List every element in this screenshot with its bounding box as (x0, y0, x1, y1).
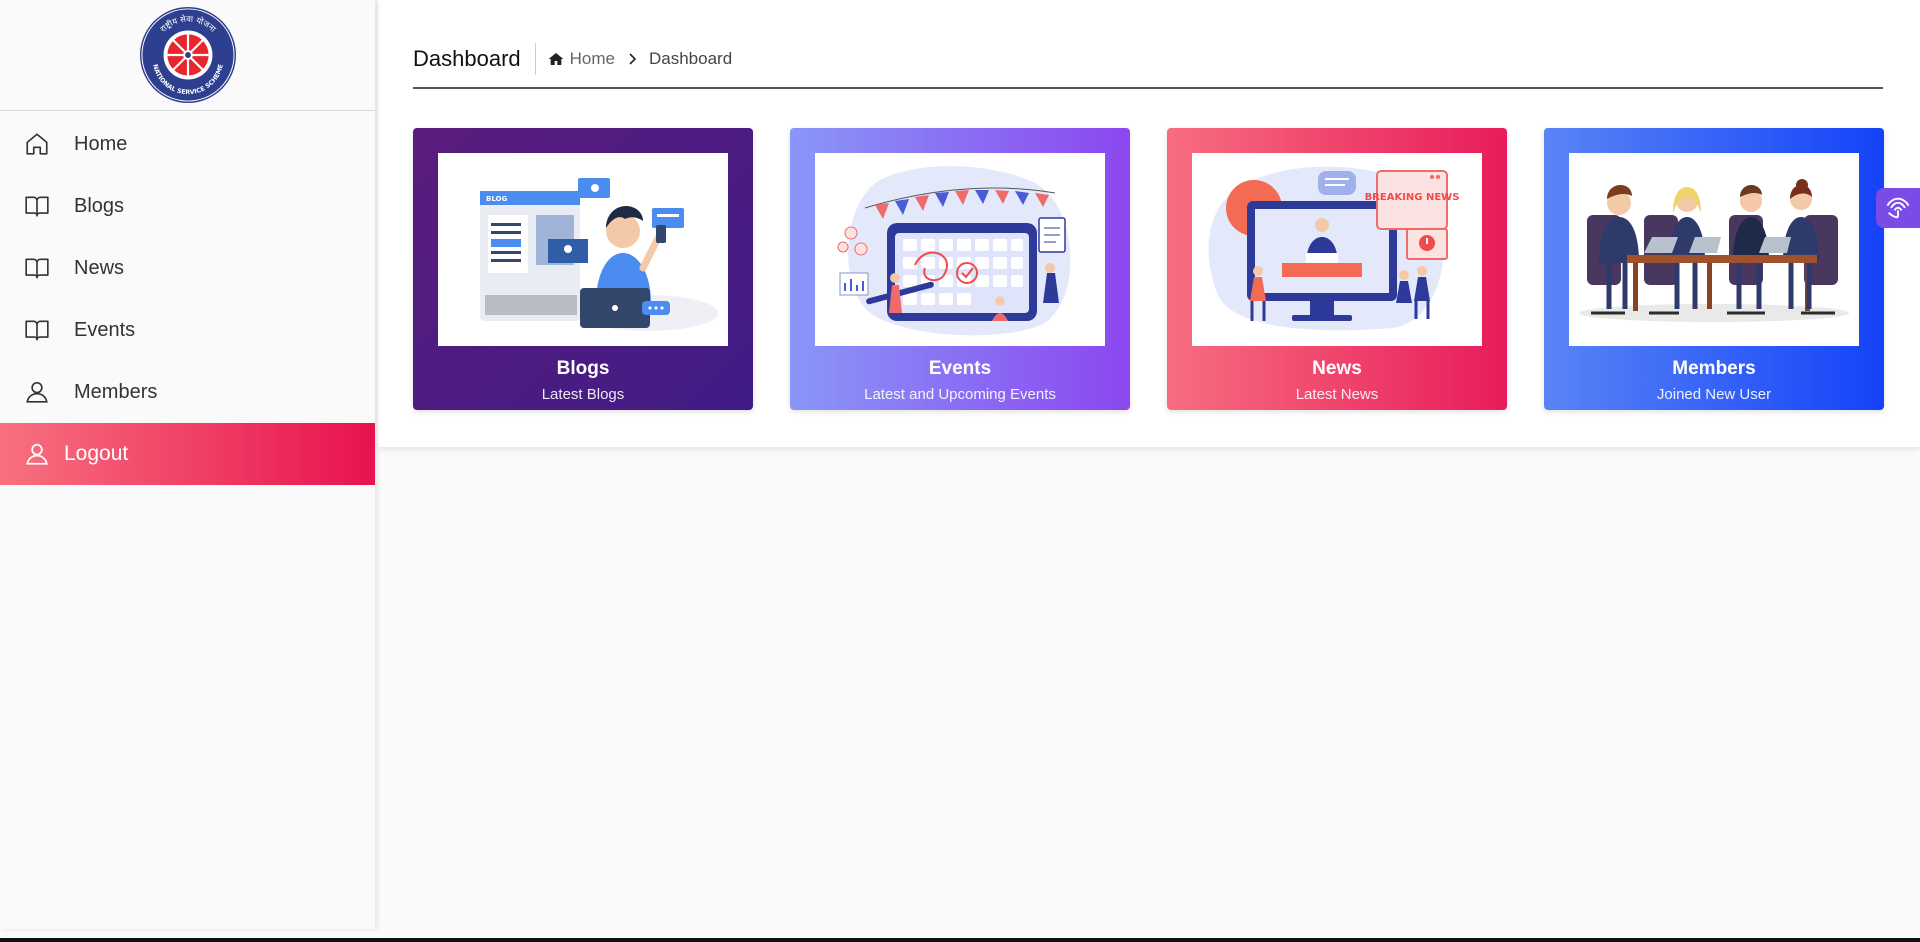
sidebar-item-label: Logout (64, 442, 129, 465)
app-root: राष्ट्रीय सेवा योजना NATIONAL SERVICE SC… (0, 0, 1920, 942)
sidebar-item-events[interactable]: Events (0, 299, 375, 361)
accessibility-icon (1884, 194, 1912, 222)
card-subtitle: Joined New User (1656, 386, 1772, 403)
page-header: Dashboard Home Dashboard (413, 30, 1883, 89)
blog-label: BLOG (486, 195, 507, 203)
card-title: Events (928, 358, 992, 379)
breaking-news-label: BREAKING NEWS (1365, 192, 1460, 203)
breadcrumb-current: Dashboard (649, 48, 733, 68)
main-content: Dashboard Home Dashboard BLOG Blogs Late… (378, 0, 1920, 447)
home-icon[interactable] (548, 51, 564, 67)
breaking-news-illustration: BREAKING NEWS (1192, 153, 1482, 346)
logo-container: राष्ट्रीय सेवा योजना NATIONAL SERVICE SC… (0, 0, 375, 111)
sidebar-item-home[interactable]: Home (0, 113, 375, 175)
user-icon (24, 379, 50, 405)
sidebar-item-label: Blogs (74, 194, 125, 217)
members-card[interactable]: Members Joined New User (1544, 128, 1884, 410)
card-subtitle: Latest News (1295, 386, 1379, 403)
accessibility-tab[interactable] (1876, 188, 1920, 228)
team-meeting-illustration (1569, 153, 1859, 346)
sidebar: राष्ट्रीय सेवा योजना NATIONAL SERVICE SC… (0, 0, 375, 929)
user-icon (24, 441, 50, 467)
events-card[interactable]: Events Latest and Upcoming Events (790, 128, 1130, 410)
sidebar-item-news[interactable]: News (0, 237, 375, 299)
book-icon (24, 317, 50, 343)
calendar-illustration (815, 153, 1105, 346)
card-title: News (1312, 358, 1362, 379)
page-title: Dashboard (413, 42, 536, 75)
sidebar-item-blogs[interactable]: Blogs (0, 175, 375, 237)
card-subtitle: Latest Blogs (541, 386, 625, 403)
card-subtitle: Latest and Upcoming Events (864, 386, 1056, 403)
sidebar-item-label: Events (74, 318, 136, 341)
blog-illustration: BLOG (438, 153, 728, 346)
breadcrumb: Home Dashboard (548, 48, 733, 69)
chevron-right-icon (627, 52, 637, 65)
breadcrumb-home-link[interactable]: Home (570, 49, 615, 69)
book-icon (24, 255, 50, 281)
sidebar-item-logout[interactable]: Logout (0, 423, 375, 485)
news-card[interactable]: BREAKING NEWS News Latest News (1167, 128, 1507, 410)
sidebar-item-label: Members (74, 380, 158, 403)
card-title: Blogs (556, 358, 610, 379)
card-title: Members (1672, 358, 1756, 379)
sidebar-menu: Home Blogs News Events Members Logout (0, 113, 375, 485)
sidebar-item-label: Home (74, 132, 128, 155)
bottom-edge (0, 938, 1920, 942)
nss-logo[interactable]: राष्ट्रीय सेवा योजना NATIONAL SERVICE SC… (139, 6, 237, 104)
sidebar-item-members[interactable]: Members (0, 361, 375, 423)
blogs-card[interactable]: BLOG Blogs Latest Blogs (413, 128, 753, 410)
home-icon (24, 131, 50, 157)
book-icon (24, 193, 50, 219)
dashboard-cards: BLOG Blogs Latest Blogs Events Latest an… (413, 128, 1884, 410)
sidebar-item-label: News (74, 256, 125, 279)
